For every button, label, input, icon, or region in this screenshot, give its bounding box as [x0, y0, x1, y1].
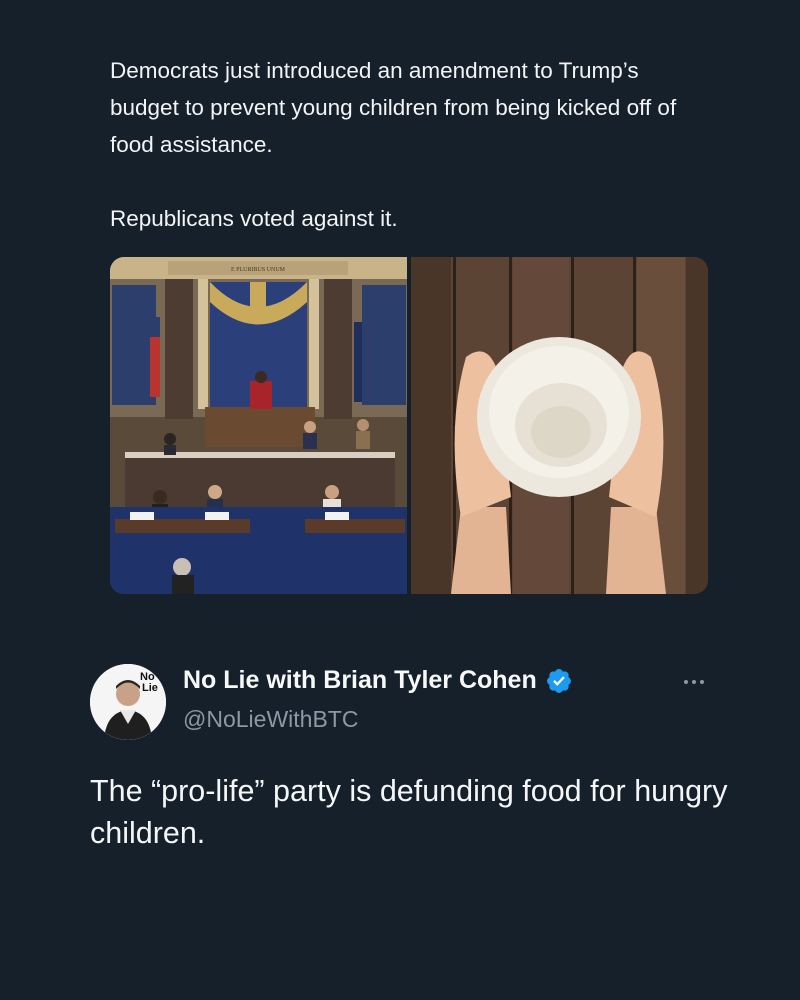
tweet-author: No Lie No Lie with Brian Tyler Cohen @No… [90, 662, 710, 742]
quoted-paragraph-2: Republicans voted against it. [110, 206, 398, 231]
empty-bowl-photo[interactable] [411, 257, 708, 594]
quoted-tweet-text: Democrats just introduced an amendment t… [110, 52, 710, 237]
media-grid[interactable]: E PLURIBUS UNUM [110, 257, 708, 594]
author-name[interactable]: No Lie with Brian Tyler Cohen [183, 666, 537, 695]
author-handle[interactable]: @NoLieWithBTC [183, 706, 358, 733]
senate-chamber-photo[interactable]: E PLURIBUS UNUM [110, 257, 407, 594]
quoted-paragraph-1: Democrats just introduced an amendment t… [110, 58, 677, 157]
more-options-icon[interactable] [678, 672, 710, 692]
avatar[interactable]: No Lie [90, 664, 166, 740]
tweet-text: The “pro-life” party is defunding food f… [90, 774, 728, 850]
verified-badge-icon [545, 667, 573, 695]
avatar-logo-line2: Lie [142, 682, 158, 694]
motto-banner: E PLURIBUS UNUM [231, 267, 286, 273]
author-name-row[interactable]: No Lie with Brian Tyler Cohen [183, 666, 573, 695]
